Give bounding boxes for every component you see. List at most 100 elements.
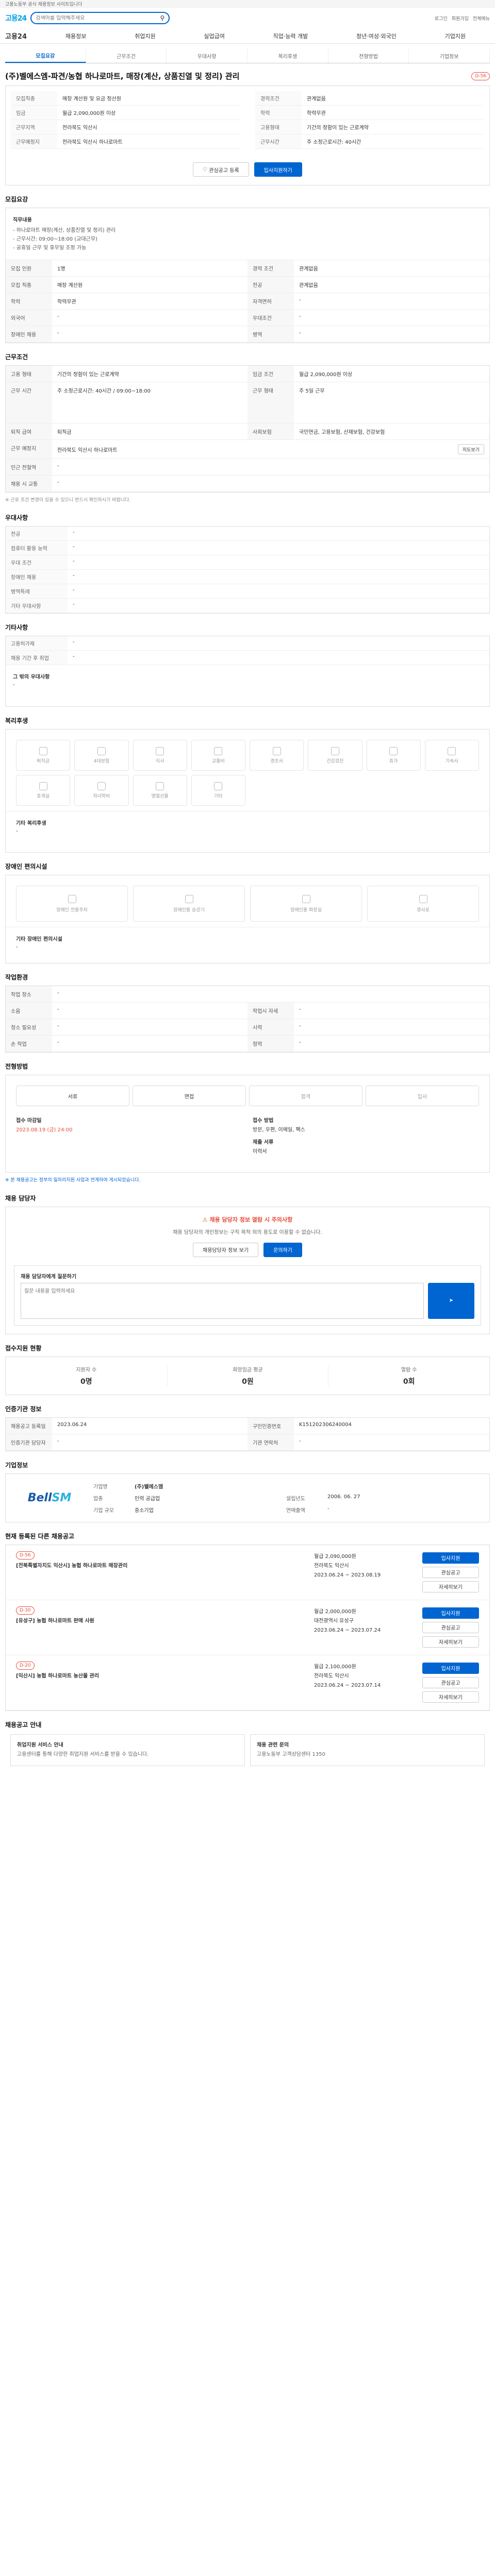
row-value: - [68, 570, 489, 585]
facility-icon [302, 894, 310, 903]
welfare-item: 기숙사 [424, 740, 479, 771]
posting-title-row: (주)벨에스엠-파견/농협 하나로마트, 매장(계산, 상품진열 및 정리) 관… [5, 71, 490, 81]
related-item[interactable]: D-20 [익산시] 농협 하나로마트 농산물 관리 월급 2,100,000원 전… [6, 1655, 489, 1710]
related-apply-button[interactable]: 입사지원 [422, 1552, 479, 1564]
search-icon[interactable]: ⚲ [160, 14, 164, 22]
selection-step: 서류 [16, 1086, 129, 1107]
related-detail-button[interactable]: 자세히보기 [422, 1636, 479, 1648]
company-logo: Bell SM [27, 1491, 72, 1504]
company-key: 기업 규모 [93, 1507, 114, 1514]
welfare-item: 퇴직금 [16, 740, 71, 771]
summary-key: 근무예정지 [11, 134, 57, 149]
global-nav: 고용24 채용정보 취업지원 실업급여 직업·능력 개발 청년·여성·외국인 기… [0, 28, 495, 44]
footer-cards: 취업지원 서비스 안내 고용센터를 통해 다양한 취업지원 서비스를 받을 수 있… [10, 1734, 485, 1766]
facility-item: 장애인용 승강기 [133, 886, 245, 922]
related-title[interactable]: [익산시] 농협 하나로마트 농산물 관리 [16, 1671, 309, 1679]
company-key: 업종 [93, 1496, 103, 1502]
summary-key: 근무지역 [11, 120, 57, 134]
gnb-item[interactable]: 직업·능력 개발 [273, 32, 308, 40]
gnb-item[interactable]: 채용정보 [65, 32, 86, 40]
inquiry-button[interactable]: 문의하기 [263, 1242, 302, 1257]
section-title-footer: 채용공고 안내 [5, 1721, 42, 1728]
tab-recruit[interactable]: 모집요강 [5, 49, 86, 63]
gnb-home[interactable]: 고용24 [5, 31, 41, 41]
related-scrap-button[interactable]: 관심공고 [422, 1621, 479, 1633]
row-value: 국민연금, 고용보험, 산재보험, 건강보험 [294, 423, 489, 440]
gnb-item[interactable]: 취업지원 [135, 32, 155, 40]
welfare-icon [39, 747, 47, 755]
row-value: 퇴직금 [52, 423, 248, 440]
company-key: 기업명 [93, 1484, 108, 1490]
section-title-work: 근무조건 [5, 353, 28, 361]
summary-value: 전라북도 익산시 [57, 120, 240, 134]
welfare-item: 자녀학비 [74, 775, 129, 806]
etc-other-title: 그 밖의 우대사항 [13, 674, 50, 681]
view-contact-button[interactable]: 채용담당자 정보 보기 [193, 1242, 259, 1257]
tab-selection[interactable]: 전형방법 [328, 49, 409, 63]
row-value: - [68, 541, 489, 556]
summary-key: 임금 [11, 106, 57, 120]
signup-link[interactable]: 회원가입 [452, 15, 469, 22]
related-title[interactable]: [유성구] 농협 하나로마트 판매 사원 [16, 1616, 309, 1624]
related-loc: 전라북도 익산시 [314, 1563, 349, 1569]
row-value: - [294, 326, 489, 343]
dday-badge: D-56 [471, 72, 490, 80]
related-item[interactable]: D-30 [유성구] 농협 하나로마트 판매 사원 월급 2,000,000원 대전… [6, 1600, 489, 1655]
row-key: 시력 [248, 1019, 294, 1036]
row-value: - [294, 1019, 489, 1036]
facility-item: 경사로 [367, 886, 479, 922]
related-detail-button[interactable]: 자세히보기 [422, 1581, 479, 1592]
row-value: - [68, 651, 489, 666]
footer-card[interactable]: 취업지원 서비스 안내 고용센터를 통해 다양한 취업지원 서비스를 받을 수 있… [10, 1734, 245, 1766]
map-button[interactable]: 지도보기 [457, 444, 484, 454]
scrap-button[interactable]: ♡ 관심공고 등록 [193, 162, 249, 177]
gnb-item[interactable]: 실업급여 [204, 32, 224, 40]
row-key: 장애인 채용 [6, 326, 52, 343]
related-date: 2023.06.24 ~ 2023.07.24 [314, 1627, 381, 1633]
gnb-item[interactable]: 기업지원 [445, 32, 466, 40]
related-title[interactable]: [전북특별자치도 익산시] 농협 하나로마트 매장관리 [16, 1561, 309, 1569]
row-value: - [52, 476, 489, 492]
welfare-item: 명절선물 [133, 775, 187, 806]
related-detail-button[interactable]: 자세히보기 [422, 1691, 479, 1703]
tab-prefer[interactable]: 우대사항 [167, 49, 248, 63]
apply-button[interactable]: 입사지원하기 [254, 162, 302, 177]
search-input[interactable] [36, 15, 157, 21]
footer-card[interactable]: 채용 관련 문의 고용노동부 고객상담센터 1350 [250, 1734, 485, 1766]
row-key: 장애인 채용 [6, 570, 68, 585]
gnb-item[interactable]: 청년·여성·외국인 [356, 32, 397, 40]
section-title-status: 접수지원 현황 [5, 1344, 42, 1352]
row-value: - [52, 310, 248, 326]
method-value: 방문, 우편, 이메일, 팩스 [253, 1127, 305, 1133]
summary-value: 매장 계산원 및 요금 정산원 [57, 91, 240, 106]
company-value: - [327, 1505, 329, 1512]
related-scrap-button[interactable]: 관심공고 [422, 1566, 479, 1578]
related-apply-button[interactable]: 입사지원 [422, 1662, 479, 1674]
search-box[interactable]: ⚲ [30, 12, 170, 24]
qa-submit-button[interactable]: ➤ [428, 1282, 474, 1319]
login-link[interactable]: 로그인 [435, 15, 448, 22]
related-apply-button[interactable]: 입사지원 [422, 1607, 479, 1619]
row-key: 사회보험 [248, 423, 294, 440]
tab-welfare[interactable]: 복리후생 [248, 49, 328, 63]
site-logo[interactable]: 고용24 [5, 13, 27, 23]
tab-company[interactable]: 기업정보 [409, 49, 490, 63]
qa-textarea[interactable] [21, 1282, 424, 1319]
qa-title: 채용 담당자에게 질문하기 [21, 1274, 77, 1280]
related-scrap-button[interactable]: 관심공고 [422, 1676, 479, 1688]
recruit-section: 직무내용 - 하나로마트 매장(계산, 상품진열 및 정리) 관리 - 근무시간… [5, 208, 490, 343]
row-value: 관계없음 [294, 260, 489, 277]
row-key: 컴퓨터 활용 능력 [6, 541, 68, 556]
selection-section: 서류 면접 합격 입사 접수 마감일 2023.08.19 (금) 24:00 … [5, 1075, 490, 1173]
all-menu-link[interactable]: 전체메뉴 [473, 15, 490, 22]
tab-work[interactable]: 근무조건 [86, 49, 167, 63]
row-value: - [52, 459, 489, 476]
row-value: - [52, 1434, 248, 1451]
workplace-section: 작업 장소 - 소음 - 작업시 자세 - 청소 필요성 - 시력 - 손 작업 - 청력 - [5, 986, 490, 1053]
row-value: - [52, 326, 248, 343]
summary-value: 전라북도 익산시 하나로마트 [57, 134, 240, 149]
contact-alert: ⚠ 채용 담당자 정보 열람 시 주의사항 [202, 1216, 293, 1223]
welfare-icon [97, 747, 106, 755]
related-item[interactable]: D-56 [전북특별자치도 익산시] 농협 하나로마트 매장관리 월급 2,090… [6, 1545, 489, 1600]
row-key: 고용허가제 [6, 636, 68, 651]
